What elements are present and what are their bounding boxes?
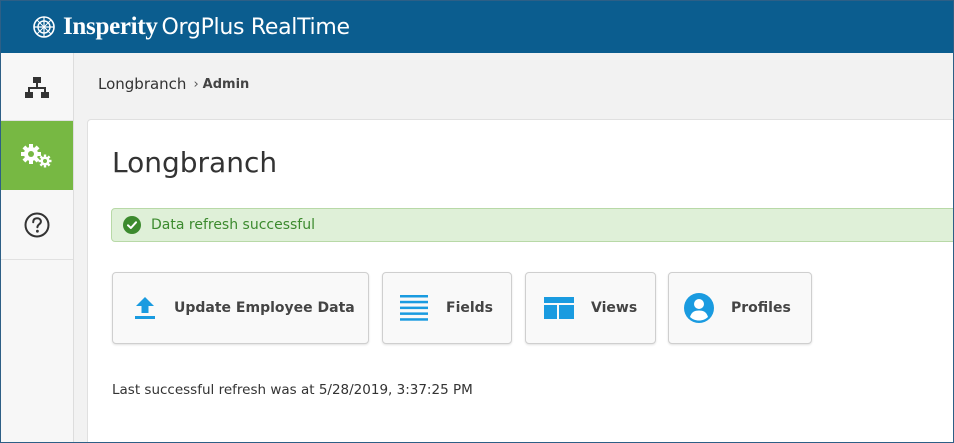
brand-title: Insperity OrgPlus RealTime [63,13,350,41]
profiles-label: Profiles [731,300,791,316]
breadcrumb-bar: Longbranch › Admin [74,53,953,119]
org-chart-icon [25,76,49,98]
product-name: OrgPlus RealTime [161,15,350,40]
alert-message: Data refresh successful [151,217,316,233]
update-employee-data-label: Update Employee Data [174,300,355,316]
update-employee-data-button[interactable]: Update Employee Data [112,272,369,344]
brand-name: Insperity [63,13,158,40]
views-button[interactable]: Views [525,272,656,344]
fields-label: Fields [446,300,494,316]
breadcrumb: Longbranch › Admin [98,75,249,93]
sidebar-item-org-chart[interactable] [1,55,73,121]
last-refresh-text: Last successful refresh was at 5/28/2019… [112,382,473,398]
views-icon [544,297,574,319]
list-icon [400,295,428,321]
main-card: Longbranch Data refresh successful Updat… [87,119,953,442]
success-alert: Data refresh successful [111,208,953,242]
profiles-button[interactable]: Profiles [668,272,812,344]
breadcrumb-current: Admin [202,76,250,92]
fields-button[interactable]: Fields [382,272,512,344]
views-label: Views [591,300,638,316]
sidebar-item-help[interactable] [1,190,73,260]
page-title: Longbranch [112,146,278,179]
brand-logo[interactable]: Insperity OrgPlus RealTime [31,13,350,41]
insperity-logo-icon [33,16,55,38]
check-circle-icon [123,216,141,234]
left-sidebar [1,53,74,442]
sidebar-item-admin[interactable] [1,121,73,190]
gears-icon [21,143,52,167]
top-header: Insperity OrgPlus RealTime [1,1,953,53]
breadcrumb-separator: › [193,76,199,92]
help-icon [24,212,50,237]
app-window: Insperity OrgPlus RealTime Longbranch › … [0,0,954,443]
user-circle-icon [684,293,714,323]
breadcrumb-parent-link[interactable]: Longbranch [98,75,186,93]
upload-icon [135,297,155,319]
